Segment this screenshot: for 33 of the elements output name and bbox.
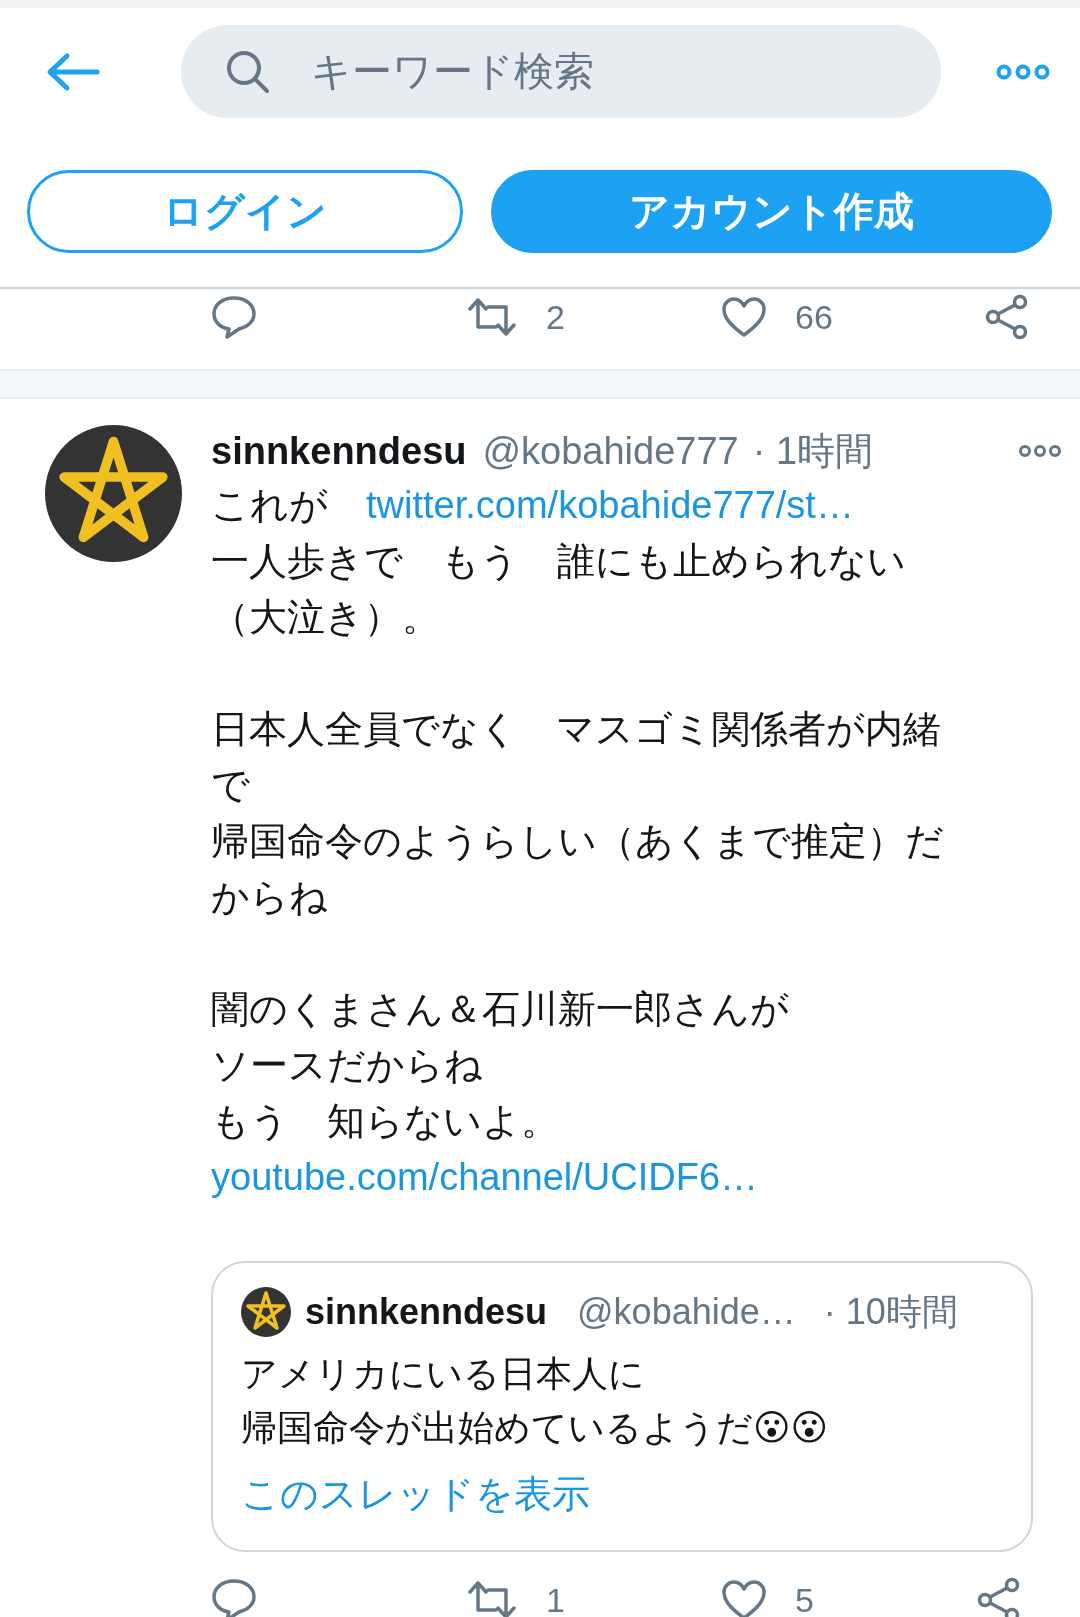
link[interactable]: twitter.com/kobahide777/st… [366,484,854,526]
star-avatar [241,1287,291,1337]
tweet-text: 日本人全員でなく マスゴミ関係者が内緒 で 帰国命令のようらしい（あくまで推定）だ からね [211,707,945,920]
timestamp: · 10時間 [823,1289,958,1334]
count: 2 [546,297,565,337]
timestamp: · 1時間 [752,428,874,474]
user-handle: @kobahide… [577,1291,796,1333]
back-arrow-icon[interactable] [45,51,101,92]
retweet-icon[interactable] [466,297,518,337]
user-name: sinnkenndesu [305,1291,548,1333]
user-name: sinnkenndesu [211,429,467,473]
count: 5 [795,1580,814,1617]
login-button[interactable]: ログイン [27,170,463,253]
retweet-icon[interactable] [466,1580,518,1617]
signup-button[interactable]: アカウント作成 [491,170,1052,253]
more-icon[interactable] [996,63,1050,80]
speech-bubble-icon[interactable] [211,295,257,339]
user-handle: @kobahide777 [482,429,739,473]
tweet-text: 闇のくまさん＆石川新一郎さんが ソースだからね もう 知らないよ。 youtube.com/channel/UCIDF6… [211,987,790,1200]
more-icon[interactable] [1018,444,1062,458]
link[interactable]: youtube.com/channel/UCIDF6… [211,1156,759,1198]
share-icon[interactable] [976,1577,1022,1617]
show-thread-link[interactable]: このスレッドを表示 [241,1469,590,1520]
count: 1 [546,1580,565,1617]
tweet-text: これが twitter.com/kobahide777/st… 一人歩きで もう 誰にも止められない （大泣き）。 [211,483,907,640]
share-icon[interactable] [984,294,1030,340]
heart-icon[interactable] [721,1579,767,1617]
count: 66 [795,297,833,337]
tweet-text: アメリカにいる日本人に 帰国命令が出始めているようだ😮😮 [241,1352,830,1450]
search-field[interactable]: キーワード検索 [181,25,941,118]
quoted-tweet[interactable]: sinnkenndesu @kobahide… · 10時間 アメリカにいる日本人に 帰国命令が出始めているようだ😮😮 このスレッドを表示 [211,1261,1033,1552]
heart-icon[interactable] [721,296,767,338]
speech-bubble-icon[interactable] [211,1578,257,1617]
